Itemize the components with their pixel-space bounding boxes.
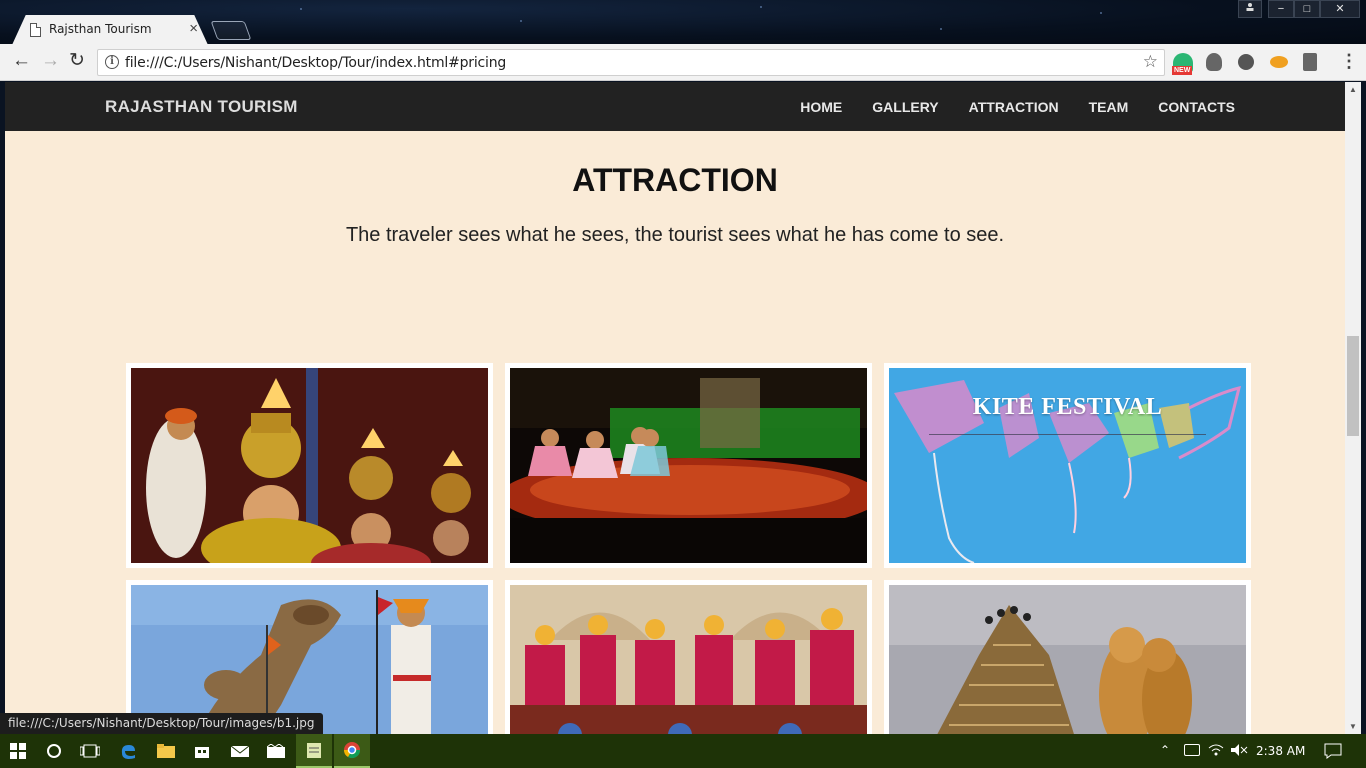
info-icon[interactable]: i <box>105 55 119 69</box>
battery-icon[interactable] <box>1184 744 1200 756</box>
browser-menu-icon[interactable]: ⋮ <box>1340 52 1358 70</box>
gallery-image[interactable] <box>131 585 488 734</box>
scroll-down-arrow-icon[interactable]: ▼ <box>1345 722 1361 731</box>
extension-palette-icon[interactable] <box>1238 54 1254 70</box>
forward-button[interactable]: → <box>41 51 60 71</box>
file-explorer-icon[interactable] <box>148 734 184 768</box>
nav-gallery[interactable]: GALLERY <box>857 82 953 131</box>
gallery-image[interactable] <box>510 585 867 734</box>
gallery-image[interactable] <box>889 585 1246 734</box>
extension-eye-icon[interactable] <box>1270 56 1288 68</box>
extension-download-icon[interactable] <box>1303 53 1317 71</box>
volume-muted-icon[interactable] <box>1230 743 1248 757</box>
site-navbar: RAJASTHAN TOURISM HOME GALLERY ATTRACTIO… <box>5 82 1345 131</box>
section-title: ATTRACTION <box>572 162 778 198</box>
bg-star <box>520 20 522 22</box>
browser-tab[interactable]: Rajsthan Tourism × <box>12 15 208 45</box>
movies-icon[interactable] <box>258 734 294 768</box>
site-brand[interactable]: RAJASTHAN TOURISM <box>105 97 298 117</box>
windows-taskbar: ⌃ 2:38 AM <box>0 734 1366 768</box>
gallery-image[interactable] <box>131 368 488 563</box>
gallery-card-camel-parade[interactable] <box>126 580 493 734</box>
chrome-icon[interactable] <box>334 734 370 768</box>
page-scrollbar[interactable]: ▲ ▼ <box>1345 82 1361 734</box>
system-clock[interactable]: 2:38 AM <box>1256 744 1305 758</box>
profile-icon[interactable] <box>1238 0 1262 18</box>
task-view-icon[interactable] <box>72 734 108 768</box>
gallery-image[interactable] <box>510 368 867 563</box>
maximize-button[interactable]: □ <box>1294 0 1320 18</box>
reload-button[interactable]: ↻ <box>69 51 85 71</box>
browser-toolbar: ← → ↻ i file:///C:/Users/Nishant/Desktop… <box>0 44 1366 81</box>
start-icon[interactable] <box>0 734 36 768</box>
page-icon <box>30 23 41 37</box>
browser-title-bar: Rajsthan Tourism × − □ ✕ <box>0 0 1366 45</box>
address-bar[interactable]: i file:///C:/Users/Nishant/Desktop/Tour/… <box>97 49 1165 76</box>
bg-star <box>1100 12 1102 14</box>
address-url[interactable]: file:///C:/Users/Nishant/Desktop/Tour/in… <box>125 55 506 71</box>
page-viewport: RAJASTHAN TOURISM HOME GALLERY ATTRACTIO… <box>5 82 1345 734</box>
bg-star <box>300 8 302 10</box>
gallery-card-gangaur-idols[interactable] <box>505 580 872 734</box>
action-center-icon[interactable] <box>1324 743 1342 759</box>
gallery-image[interactable]: KITE FESTIVAL <box>889 368 1246 563</box>
nav-attraction[interactable]: ATTRACTION <box>954 82 1074 131</box>
notepad-icon[interactable] <box>296 734 332 768</box>
nav-team[interactable]: TEAM <box>1074 82 1144 131</box>
gallery-card-kite-festival[interactable]: KITE FESTIVAL <box>884 363 1251 568</box>
nav-home[interactable]: HOME <box>785 82 857 131</box>
bg-star <box>940 28 942 30</box>
nav-links: HOME GALLERY ATTRACTION TEAM CONTACTS <box>785 82 1250 131</box>
extension-bulb-icon[interactable] <box>1206 53 1222 71</box>
scroll-up-arrow-icon[interactable]: ▲ <box>1345 85 1361 94</box>
gallery-card-sand-sculpture[interactable] <box>884 580 1251 734</box>
gallery-card-stage-dancers[interactable] <box>505 363 872 568</box>
section-subtitle: The traveler sees what he sees, the tour… <box>345 224 1005 246</box>
wifi-icon[interactable] <box>1208 743 1224 757</box>
gallery-card-fire-pot-dancers[interactable] <box>126 363 493 568</box>
kite-festival-caption: KITE FESTIVAL <box>972 394 1163 420</box>
nav-contacts[interactable]: CONTACTS <box>1143 82 1250 131</box>
store-icon[interactable] <box>184 734 220 768</box>
minimize-button[interactable]: − <box>1268 0 1294 18</box>
caption-underline <box>929 434 1206 435</box>
edge-icon[interactable] <box>110 734 146 768</box>
bg-star <box>760 6 762 8</box>
cortana-icon[interactable] <box>36 734 72 768</box>
back-button[interactable]: ← <box>12 51 31 71</box>
bookmark-star-icon[interactable]: ☆ <box>1143 52 1158 72</box>
tab-title: Rajsthan Tourism <box>49 22 152 36</box>
close-window-button[interactable]: ✕ <box>1320 0 1360 18</box>
extension-new-badge: NEW <box>1172 66 1193 75</box>
mail-icon[interactable] <box>222 734 258 768</box>
tab-close-button[interactable]: × <box>189 20 198 37</box>
tray-chevron-icon[interactable]: ⌃ <box>1160 743 1170 757</box>
status-url-bar: file:///C:/Users/Nishant/Desktop/Tour/im… <box>0 713 323 734</box>
scrollbar-thumb[interactable] <box>1347 336 1359 436</box>
new-tab-button[interactable] <box>210 21 252 40</box>
